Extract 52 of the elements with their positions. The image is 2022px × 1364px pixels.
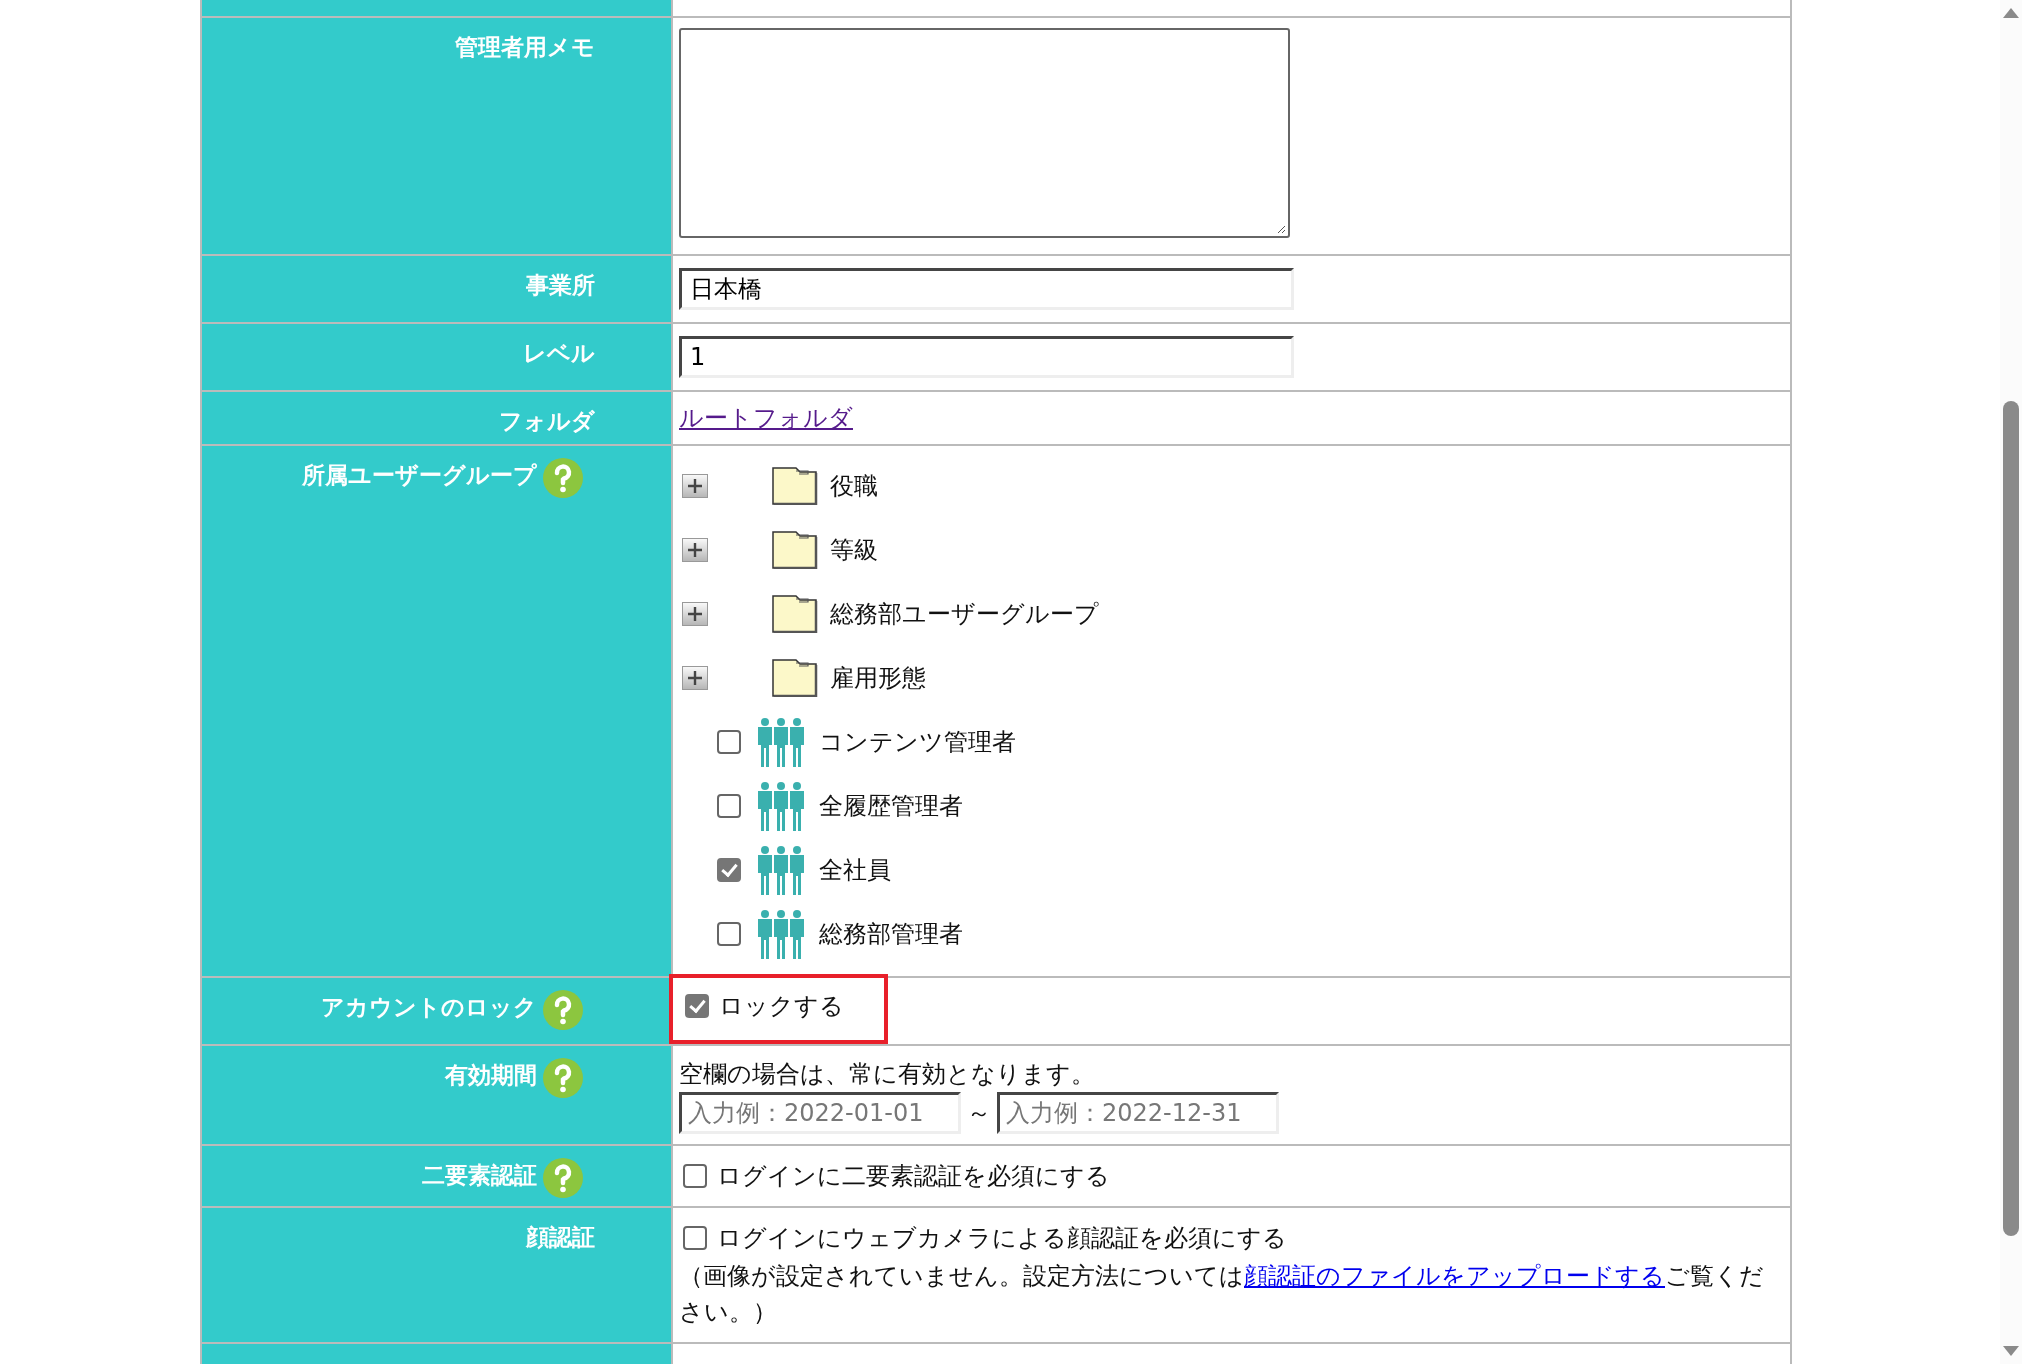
setup-note: （画像が設定されていません。設定方法については顔認証のファイルをアップロードする ご覧ください。） bbox=[679, 1261, 1765, 1328]
resize-grip-icon[interactable] bbox=[1276, 224, 1286, 234]
upload-link[interactable]: 顔認証のファイルをアップロードする bbox=[1244, 1262, 1665, 1290]
field-label: 顔認証 bbox=[526, 1223, 595, 1252]
text-field[interactable]: 日本橋 bbox=[679, 268, 1294, 310]
field-label: 管理者用メモ bbox=[455, 33, 595, 62]
people-icon bbox=[757, 909, 805, 959]
people-icon bbox=[757, 845, 805, 895]
group-name[interactable]: 全社員 bbox=[819, 854, 891, 886]
folder-name[interactable]: 役職 bbox=[830, 470, 878, 502]
expand-icon[interactable] bbox=[682, 666, 708, 690]
field-label: フォルダ bbox=[499, 407, 595, 436]
field-label: 有効期間 bbox=[445, 1061, 537, 1090]
people-icon bbox=[757, 717, 805, 767]
folder-icon bbox=[772, 595, 818, 633]
checkbox-label[interactable]: ログインにウェブカメラによる顔認証を必須にする bbox=[717, 1222, 1287, 1254]
expand-icon[interactable] bbox=[682, 474, 708, 498]
checkbox[interactable] bbox=[717, 858, 741, 882]
checkbox[interactable] bbox=[683, 1226, 707, 1250]
checkbox[interactable] bbox=[683, 1164, 707, 1188]
folder-icon bbox=[772, 659, 818, 697]
hint-text: 空欄の場合は、常に有効となります。 bbox=[679, 1059, 1096, 1090]
text-field[interactable]: 1 bbox=[679, 336, 1294, 378]
range-separator: ～ bbox=[967, 1098, 991, 1129]
folder-name[interactable]: 等級 bbox=[830, 534, 878, 566]
field-label: レベル bbox=[523, 339, 595, 368]
group-name[interactable]: 総務部管理者 bbox=[819, 918, 963, 950]
field-label: アカウントのロック bbox=[321, 993, 537, 1022]
checkbox[interactable] bbox=[717, 922, 741, 946]
expand-icon[interactable] bbox=[682, 538, 708, 562]
group-name[interactable]: 全履歴管理者 bbox=[819, 790, 963, 822]
checkbox[interactable] bbox=[685, 994, 709, 1018]
folder-name[interactable]: 総務部ユーザーグループ bbox=[830, 598, 1099, 630]
folder-icon bbox=[772, 467, 818, 505]
memo-textarea[interactable] bbox=[679, 28, 1290, 238]
date-field[interactable]: 入力例：2022-01-01 bbox=[679, 1092, 961, 1134]
date-field[interactable]: 入力例：2022-12-31 bbox=[997, 1092, 1279, 1134]
people-icon bbox=[757, 781, 805, 831]
field-label: 事業所 bbox=[526, 271, 595, 300]
checkbox[interactable] bbox=[717, 730, 741, 754]
field-label: 所属ユーザーグループ bbox=[302, 461, 537, 490]
checkbox[interactable] bbox=[717, 794, 741, 818]
expand-icon[interactable] bbox=[682, 602, 708, 626]
folder-name[interactable]: 雇用形態 bbox=[830, 662, 926, 694]
folder-icon bbox=[772, 531, 818, 569]
group-name[interactable]: コンテンツ管理者 bbox=[819, 726, 1016, 758]
scroll-up-icon[interactable] bbox=[2003, 8, 2019, 18]
field-label: 二要素認証 bbox=[422, 1161, 537, 1190]
checkbox-label[interactable]: ログインに二要素認証を必須にする bbox=[717, 1160, 1110, 1192]
scroll-down-icon[interactable] bbox=[2003, 1346, 2019, 1356]
folder-link[interactable]: ルートフォルダ bbox=[679, 404, 853, 432]
scrollbar-thumb[interactable] bbox=[2003, 401, 2019, 1236]
